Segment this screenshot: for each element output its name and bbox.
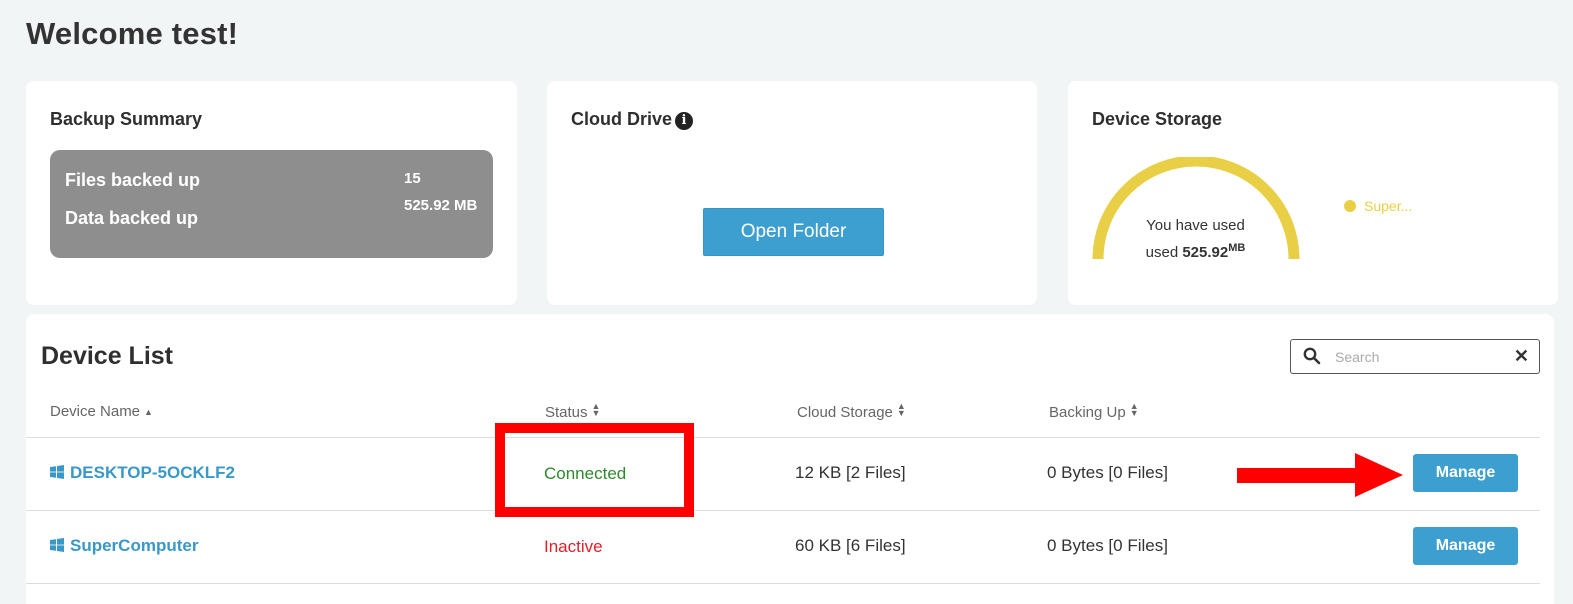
storage-usage-text: You have used used 525.92MB <box>1123 215 1268 264</box>
device-name-link[interactable]: SuperComputer <box>50 536 198 556</box>
search-input[interactable] <box>1333 346 1507 368</box>
backup-summary-box: Files backed up 15 Data backed up 525.92… <box>50 150 493 258</box>
open-folder-button[interactable]: Open Folder <box>703 208 884 256</box>
device-storage-card: Device Storage You have used used 525.92… <box>1068 81 1558 305</box>
device-name-text: DESKTOP-5OCKLF2 <box>70 463 235 482</box>
files-backed-up-value: 15 <box>404 170 421 187</box>
windows-icon <box>50 538 64 552</box>
cloud-drive-title: Cloud Drive i <box>571 109 694 130</box>
cloud-drive-card: Cloud Drive i Open Folder <box>547 81 1037 305</box>
column-header-cloud-storage[interactable]: Cloud Storage ▲ ▼ <box>797 401 906 422</box>
device-list-title: Device List <box>41 342 174 370</box>
status-text: Inactive <box>544 537 603 556</box>
search-box: ✕ <box>1290 339 1540 374</box>
device-name-text: SuperComputer <box>70 536 199 555</box>
windows-icon <box>50 465 64 479</box>
table-row: SuperComputer Inactive 60 KB [6 Files] 0… <box>26 511 1540 583</box>
sort-icon: ▲ ▼ <box>591 401 601 418</box>
annotation-arrow-icon <box>1237 453 1403 497</box>
column-header-device-name[interactable]: Device Name ▲ <box>50 403 153 420</box>
sort-icon: ▲ ▼ <box>1129 401 1139 418</box>
manage-button[interactable]: Manage <box>1413 454 1518 492</box>
column-header-device-name-label: Device Name <box>50 403 141 420</box>
storage-usage-unit: MB <box>1228 242 1246 254</box>
cloud-storage-value: 60 KB [6 Files] <box>795 536 906 555</box>
storage-usage-amount: 525.92 <box>1182 244 1229 261</box>
column-header-cloud-storage-label: Cloud Storage <box>797 404 893 421</box>
device-name-link[interactable]: DESKTOP-5OCKLF2 <box>50 463 235 483</box>
column-header-status-label: Status <box>545 404 588 421</box>
storage-usage-prefix: used <box>1145 244 1183 261</box>
annotation-highlight-box <box>495 423 694 517</box>
backing-up-value: 0 Bytes [0 Files] <box>1047 463 1168 482</box>
column-header-backing-up-label: Backing Up <box>1049 404 1126 421</box>
files-backed-up-label: Files backed up <box>65 170 201 190</box>
storage-legend[interactable]: Super... <box>1344 198 1412 214</box>
backup-summary-card: Backup Summary Files backed up 15 Data b… <box>26 81 517 305</box>
info-icon[interactable]: i <box>675 112 694 130</box>
table-divider <box>26 583 1540 584</box>
legend-dot-icon <box>1344 200 1356 212</box>
data-backed-up-label: Data backed up <box>65 208 199 228</box>
device-storage-title: Device Storage <box>1092 109 1223 129</box>
search-icon <box>1303 347 1321 365</box>
column-header-status[interactable]: Status ▲ ▼ <box>545 401 601 422</box>
cloud-storage-value: 12 KB [2 Files] <box>795 463 906 482</box>
sort-icon: ▲ ▼ <box>896 401 906 418</box>
cloud-drive-title-text: Cloud Drive <box>571 109 673 129</box>
page-title: Welcome test! <box>26 16 239 51</box>
storage-legend-label: Super... <box>1364 198 1413 214</box>
manage-button[interactable]: Manage <box>1413 527 1518 565</box>
storage-usage-line1: You have used <box>1146 217 1245 234</box>
close-icon[interactable]: ✕ <box>1514 346 1529 367</box>
data-backed-up-value: 525.92 MB <box>404 197 478 214</box>
backup-summary-title: Backup Summary <box>50 109 203 129</box>
backing-up-value: 0 Bytes [0 Files] <box>1047 536 1168 555</box>
sort-asc-icon: ▲ <box>144 407 153 417</box>
column-header-backing-up[interactable]: Backing Up ▲ ▼ <box>1049 401 1139 422</box>
